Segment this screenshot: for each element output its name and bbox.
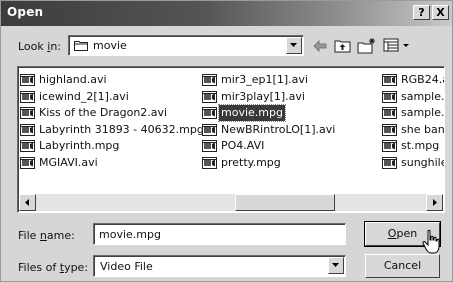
chevron-right-icon (433, 199, 437, 206)
file-name: sunghilee (401, 155, 444, 169)
look-in-label: Look in: (18, 40, 62, 53)
close-button[interactable]: X (432, 5, 449, 20)
chevron-down-icon (332, 263, 339, 267)
video-file-icon (20, 140, 35, 152)
video-file-icon (382, 90, 397, 103)
video-file-icon (382, 74, 397, 86)
chevron-left-icon (25, 199, 29, 206)
video-file-icon (202, 90, 217, 103)
look-in-dropdown[interactable]: movie (68, 35, 304, 56)
file-name: NewBRintroLO[1].avi (221, 122, 336, 136)
new-folder-icon[interactable] (356, 36, 378, 56)
file-name: st.mpg (401, 139, 440, 152)
video-file-icon (20, 123, 35, 136)
look-in-dropdown-button[interactable] (286, 37, 302, 54)
cancel-button[interactable]: Cancel (365, 254, 440, 278)
video-file-icon (382, 156, 397, 169)
scroll-right-button[interactable] (426, 194, 443, 211)
file-name: highland.avi (39, 73, 107, 86)
scroll-thumb[interactable] (235, 194, 335, 211)
file-name: mir3play[1].avi (221, 89, 305, 103)
look-in-value: movie (93, 39, 127, 52)
file-name-label: File name: (18, 229, 75, 242)
back-arrow-icon[interactable] (310, 36, 330, 56)
file-name: icewind_2[1].avi (39, 89, 129, 103)
file-name: pretty.mpg (221, 155, 281, 169)
open-button[interactable]: Open (364, 221, 441, 247)
files-of-type-label: Files of type: (18, 261, 89, 274)
video-file-icon (382, 140, 397, 152)
file-name: MGIAVI.avi (39, 155, 98, 169)
file-name-input[interactable]: movie.mpg (93, 223, 346, 245)
video-file-icon (382, 107, 397, 119)
video-file-icon (202, 156, 217, 169)
help-button[interactable]: ? (413, 5, 430, 20)
files-of-type-dropdown[interactable]: Video File (93, 255, 346, 277)
file-name: mir3_ep1[1].avi (221, 73, 308, 86)
video-file-icon (382, 123, 397, 136)
open-dialog: Open ? X Look in: movie highland.avi icew… (0, 0, 453, 282)
views-menu-icon[interactable] (382, 36, 414, 56)
file-name: Labyrinth.mpg (39, 139, 120, 152)
file-name: RGB24.av (401, 73, 444, 86)
up-folder-icon[interactable] (333, 36, 353, 56)
video-file-icon (20, 156, 35, 169)
folder-icon (74, 41, 88, 51)
file-name: sample.m (401, 89, 445, 103)
file-name: Kiss of the Dragon2.avi (39, 106, 168, 119)
file-name: she bang: (401, 122, 445, 136)
files-of-type-dropdown-button[interactable] (328, 257, 344, 274)
file-name: Labyrinth 31893 - 40632.mpg (39, 122, 204, 136)
chevron-down-icon (290, 43, 297, 47)
horizontal-scrollbar[interactable] (19, 194, 443, 211)
video-file-icon (20, 74, 35, 86)
video-file-icon (202, 123, 217, 136)
video-file-icon (202, 107, 217, 119)
file-name: sample.m (401, 106, 445, 119)
video-file-icon (20, 90, 35, 103)
dialog-title: Open (7, 5, 44, 19)
video-file-icon (202, 140, 217, 152)
files-of-type-value: Video File (100, 260, 153, 273)
scroll-left-button[interactable] (19, 194, 36, 211)
video-file-icon (20, 107, 35, 119)
file-name: movie.mpg (218, 104, 286, 122)
file-name: PO4.AVI (221, 139, 265, 152)
file-list[interactable]: highland.avi icewind_2[1].avi Kiss of the … (17, 66, 445, 213)
video-file-icon (202, 74, 217, 86)
title-bar[interactable]: Open ? X (1, 1, 452, 26)
